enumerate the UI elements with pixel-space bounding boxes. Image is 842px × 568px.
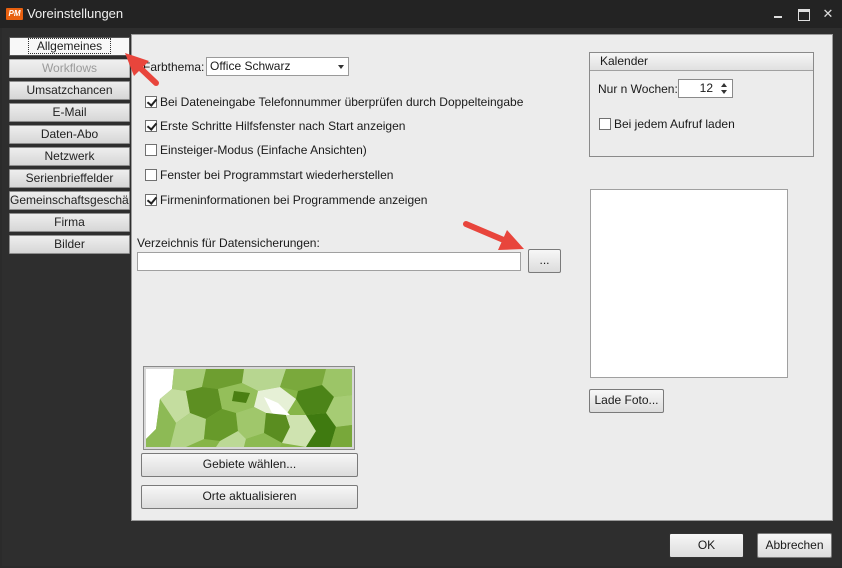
minimize-icon[interactable] (770, 6, 786, 22)
calendar-group-title: Kalender (590, 53, 813, 71)
nav-item-bilder[interactable]: Bilder (9, 235, 130, 254)
cancel-button[interactable]: Abbrechen (757, 533, 832, 558)
checkbox[interactable] (599, 118, 611, 130)
close-icon[interactable]: ✕ (820, 6, 836, 22)
nav-item-serienbrieffelder[interactable]: Serienbrieffelder (9, 169, 130, 188)
weeks-value: 12 (699, 81, 713, 95)
app-logo-icon: PM (6, 8, 23, 20)
nav-item-workflows: Workflows (9, 59, 130, 78)
update-places-button[interactable]: Orte aktualisieren (141, 485, 358, 509)
option-label: Fenster bei Programmstart wiederherstell… (160, 168, 394, 182)
nav-item-daten-abo[interactable]: Daten-Abo (9, 125, 130, 144)
calendar-group: Kalender (589, 52, 814, 157)
spin-down-icon[interactable] (721, 90, 727, 94)
photo-preview (590, 189, 788, 378)
checkbox[interactable] (145, 96, 157, 108)
theme-value: Office Schwarz (210, 59, 291, 73)
select-regions-button[interactable]: Gebiete wählen... (141, 453, 358, 477)
option-label: Bei Dateneingabe Telefonnummer überprüfe… (160, 95, 524, 109)
weeks-stepper[interactable]: 12 (678, 79, 733, 98)
nav-item-email[interactable]: E-Mail (9, 103, 130, 122)
checkbox[interactable] (145, 169, 157, 181)
nav-item-firma[interactable]: Firma (9, 213, 130, 232)
theme-select[interactable]: Office Schwarz (206, 57, 349, 76)
chevron-down-icon (338, 65, 344, 69)
checkbox[interactable] (145, 120, 157, 132)
nav-item-label: Allgemeines (27, 38, 112, 54)
ok-button[interactable]: OK (669, 533, 744, 558)
load-photo-button[interactable]: Lade Foto... (589, 389, 664, 413)
option-label: Erste Schritte Hilfsfenster nach Start a… (160, 119, 406, 133)
title-bar: PM Voreinstellungen ✕ (0, 0, 842, 28)
backup-dir-input[interactable] (137, 252, 521, 271)
spin-up-icon[interactable] (721, 83, 727, 87)
option-label: Einsteiger-Modus (Einfache Ansichten) (160, 143, 367, 157)
nav-item-umsatzchancen[interactable]: Umsatzchancen (9, 81, 130, 100)
browse-button[interactable]: ... (528, 249, 561, 273)
option-label: Firmeninformationen bei Programmende anz… (160, 193, 428, 207)
theme-label: Farbthema: (143, 60, 205, 74)
weeks-label: Nur n Wochen: (598, 82, 678, 96)
region-map (143, 366, 355, 450)
nav-item-netzwerk[interactable]: Netzwerk (9, 147, 130, 166)
nav-item-allgemeines[interactable]: Allgemeines (9, 37, 130, 56)
nav-item-gemeinschaftsgeschaeft[interactable]: Gemeinschaftsgeschäft (9, 191, 130, 210)
map-image (146, 369, 352, 447)
checkbox[interactable] (145, 144, 157, 156)
maximize-icon[interactable] (795, 6, 811, 22)
checkbox[interactable] (145, 194, 157, 206)
window-title: Voreinstellungen (27, 6, 124, 21)
backup-dir-label: Verzeichnis für Datensicherungen: (137, 236, 320, 250)
option-label: Bei jedem Aufruf laden (614, 117, 735, 131)
